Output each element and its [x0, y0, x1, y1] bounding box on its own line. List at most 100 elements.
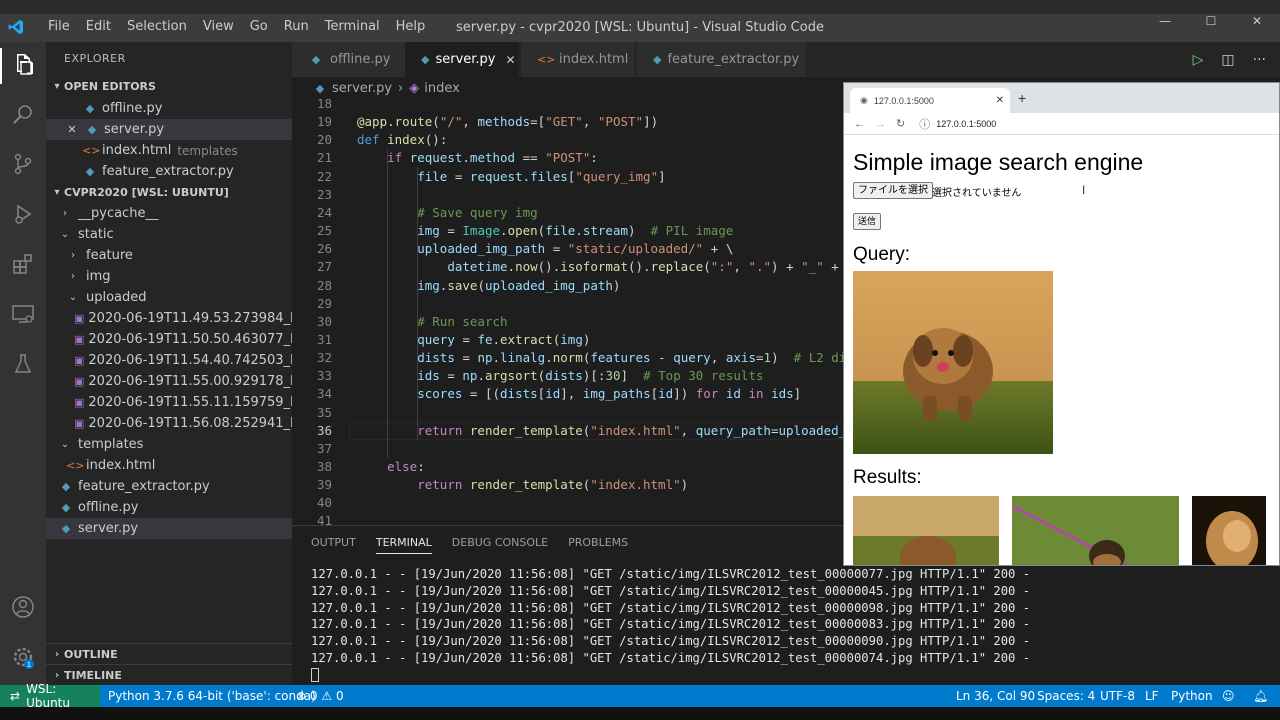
browser-tab[interactable]: ◉ 127.0.0.1:5000 ✕	[850, 88, 1010, 113]
language-mode[interactable]: Python	[1171, 685, 1213, 707]
title-bar: File Edit Selection View Go Run Terminal Help s…	[0, 0, 1280, 42]
tab-label: server.py	[435, 52, 496, 67]
back-icon[interactable]: ←	[854, 118, 865, 130]
browser-tab-title: 127.0.0.1:5000	[873, 95, 934, 106]
close-tab-icon[interactable]: ✕	[996, 95, 1004, 106]
terminal-output[interactable]: 127.0.0.1 - - [19/Jun/2020 11:56:08] "GE…	[311, 566, 1030, 684]
editor-tab[interactable]: ◆ offline.py	[292, 42, 406, 77]
terminal-line: 127.0.0.1 - - [19/Jun/2020 11:56:08] "GE…	[311, 567, 1031, 581]
chevron-down-icon: ▾	[54, 187, 60, 198]
tree-item[interactable]: ▣2020-06-19T11.56.08.252941_ILSV...	[46, 413, 292, 434]
line-number: 20	[316, 132, 332, 148]
info-icon[interactable]: ⓘ	[919, 116, 930, 132]
panel-tab-debug-console[interactable]: DEBUG CONSOLE	[452, 536, 548, 554]
accounts-icon[interactable]	[11, 595, 35, 619]
breadcrumb-symbol[interactable]: index	[424, 81, 460, 96]
open-editor-item[interactable]: <> index.html templates	[46, 140, 292, 161]
code-line: 37	[292, 440, 844, 458]
workspace-header[interactable]: ▾ CVPR2020 [WSL: UBUNTU]	[46, 182, 292, 203]
settings-gear-icon[interactable]: 1	[11, 645, 35, 669]
outline-header[interactable]: › OUTLINE	[46, 643, 292, 664]
image-file-icon: ▣	[74, 396, 85, 409]
choose-file-button[interactable]: ファイルを選択	[853, 182, 933, 199]
tree-item[interactable]: ▣2020-06-19T11.54.40.742503_ILSV...	[46, 350, 292, 371]
tree-item[interactable]: ◆ server.py	[46, 518, 292, 539]
remote-explorer-icon[interactable]	[11, 302, 35, 326]
split-editor-icon[interactable]: ◫	[1221, 52, 1234, 68]
run-debug-icon[interactable]	[11, 202, 35, 226]
close-icon[interactable]: ✕	[64, 123, 80, 136]
activity-bar: 1	[0, 42, 46, 685]
panel-tab-problems[interactable]: PROBLEMS	[568, 536, 628, 554]
more-actions-icon[interactable]: ···	[1253, 52, 1266, 68]
editor-tab[interactable]: ◆ server.py ✕	[405, 42, 519, 77]
cursor-position[interactable]: Ln 36, Col 90	[956, 685, 1035, 707]
explorer-icon[interactable]	[11, 52, 35, 76]
result-image[interactable]	[1192, 496, 1266, 565]
run-file-icon[interactable]: ▷	[1193, 52, 1204, 68]
tree-item[interactable]: › __pycache__	[46, 203, 292, 224]
line-number: 21	[316, 150, 332, 166]
notifications-bell-icon[interactable]: 🔔︎	[1253, 685, 1268, 707]
html-file-icon: <>	[537, 53, 556, 66]
result-image[interactable]	[853, 496, 999, 565]
search-icon[interactable]	[11, 102, 35, 126]
close-window-icon[interactable]: ✕	[1234, 14, 1280, 28]
tree-item[interactable]: ▣2020-06-19T11.55.00.929178_ILSV...	[46, 371, 292, 392]
warning-count: 0	[335, 689, 344, 703]
chevron-right-icon: ›	[54, 669, 60, 681]
tree-item[interactable]: ⌄ uploaded	[46, 287, 292, 308]
extensions-icon[interactable]	[11, 252, 35, 276]
minimize-icon[interactable]: —	[1142, 14, 1188, 28]
line-number: 31	[316, 331, 332, 347]
python-interpreter[interactable]: Python 3.7.6 64-bit ('base': conda)	[108, 685, 316, 707]
new-tab-icon[interactable]: +	[1018, 90, 1026, 106]
panel-tab-terminal[interactable]: TERMINAL	[375, 536, 432, 554]
problems-indicator[interactable]: ⊗ 0 ⚠ 0	[296, 685, 344, 707]
source-control-icon[interactable]	[11, 152, 35, 176]
code-line: 34 scores = [(dists[id], img_paths[id]) …	[292, 385, 844, 403]
result-image[interactable]	[1012, 496, 1179, 565]
code-text: dists = np.linalg.norm(features - query,…	[417, 350, 844, 366]
tree-item[interactable]: ▣2020-06-19T11.49.53.273984_ILSV...	[46, 308, 292, 329]
remote-indicator[interactable]: ⇄ WSL: Ubuntu	[0, 682, 100, 710]
open-editor-item[interactable]: ◆ offline.py	[46, 98, 292, 119]
end-of-line[interactable]: LF	[1145, 685, 1159, 707]
reload-icon[interactable]: ↻	[896, 117, 905, 130]
tree-item-label: 2020-06-19T11.55.00.929178_ILSV...	[88, 374, 292, 389]
tree-item[interactable]: › feature	[46, 245, 292, 266]
close-icon[interactable]: ✕	[506, 53, 516, 67]
feedback-icon[interactable]: ☺	[1222, 685, 1235, 707]
no-file-label: 選択されていません	[932, 188, 1022, 199]
tree-item[interactable]: <> index.html	[46, 455, 292, 476]
open-editors-header[interactable]: ▾ OPEN EDITORS	[46, 76, 292, 97]
breadcrumb-file[interactable]: server.py	[332, 81, 392, 96]
tree-item-label: uploaded	[86, 290, 147, 305]
code-editor[interactable]: 18 19 @app.route("/", methods=["GET", "POS…	[292, 95, 844, 525]
error-icon: ⊗	[296, 689, 307, 703]
url-bar[interactable]: 127.0.0.1:5000	[936, 119, 996, 129]
tree-item[interactable]: ◆ feature_extractor.py	[46, 476, 292, 497]
code-text: return render_template("index.html", que…	[417, 422, 844, 438]
tree-item[interactable]: ⌄ static	[46, 224, 292, 245]
encoding[interactable]: UTF-8	[1100, 685, 1135, 707]
open-editor-item[interactable]: ✕ ◆ server.py	[46, 119, 292, 140]
line-number: 39	[316, 477, 332, 493]
tree-item[interactable]: ▣2020-06-19T11.55.11.159759_ILSV...	[46, 392, 292, 413]
maximize-icon[interactable]: ☐	[1188, 14, 1234, 28]
tree-item[interactable]: ◆ offline.py	[46, 497, 292, 518]
editor-tab[interactable]: <> index.html	[521, 42, 635, 77]
indentation[interactable]: Spaces: 4	[1037, 685, 1095, 707]
forward-icon[interactable]: →	[875, 118, 886, 130]
testing-flask-icon[interactable]	[11, 352, 35, 376]
tree-item-label: __pycache__	[78, 206, 159, 221]
sidebar-title: EXPLORER	[64, 52, 126, 65]
editor-tab[interactable]: ◆ feature_extractor.py	[637, 42, 807, 77]
panel-tab-output[interactable]: OUTPUT	[311, 536, 356, 554]
tree-item[interactable]: › img	[46, 266, 292, 287]
open-editor-item[interactable]: ◆ feature_extractor.py	[46, 161, 292, 182]
submit-button[interactable]: 送信	[853, 213, 882, 230]
tree-item[interactable]: ▣2020-06-19T11.50.50.463077_ILSV...	[46, 329, 292, 350]
tree-item[interactable]: ⌄ templates	[46, 434, 292, 455]
line-number: 38	[316, 459, 332, 474]
